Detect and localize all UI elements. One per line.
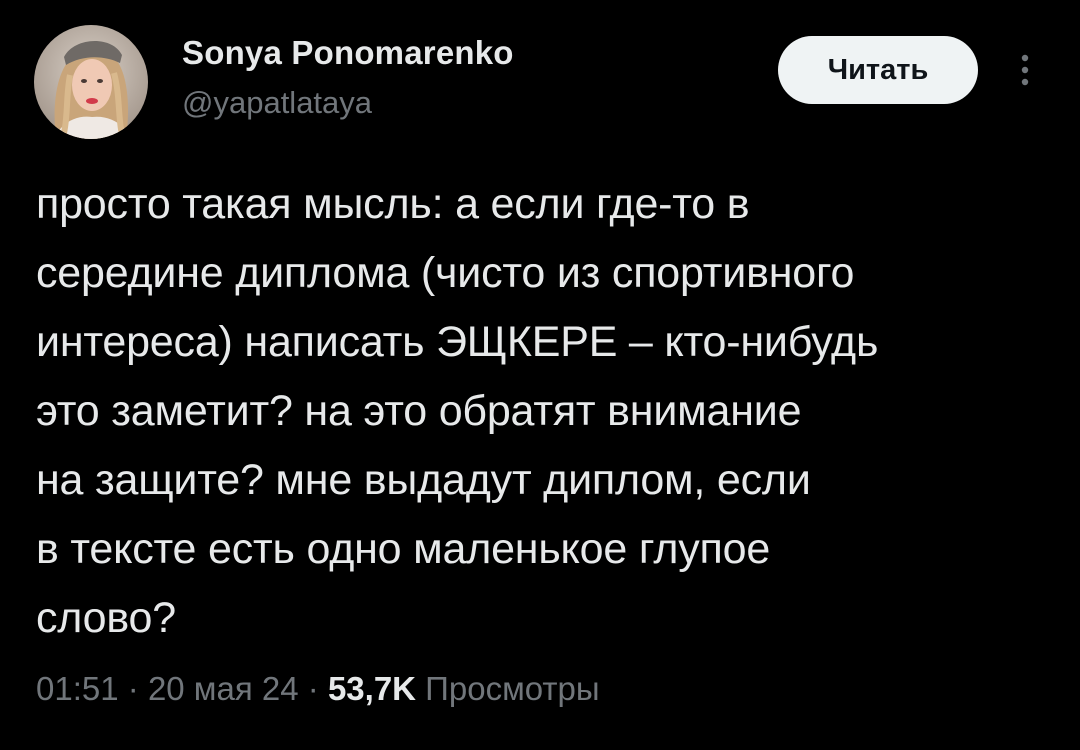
author-name[interactable]: Sonya Ponomarenko [182,34,514,72]
views-count: 53,7K [327,670,417,707]
author-handle[interactable]: @yapatlataya [182,85,372,121]
tweet-date[interactable]: 20 мая 24 [148,670,299,707]
tweet-text: просто такая мысль: а если где-то в сере… [36,180,879,642]
tweet: Sonya Ponomarenko @yapatlataya Читать пр… [0,0,1080,750]
views-label: Просмотры [416,670,600,707]
more-vertical-icon[interactable] [1010,52,1040,88]
tweet-time[interactable]: 01:51 [36,670,119,707]
meta-separator: · [127,670,148,707]
avatar-image [34,25,148,139]
follow-button[interactable]: Читать [778,36,978,104]
avatar[interactable] [34,25,148,139]
meta-separator: · [307,670,328,707]
tweet-meta: 01:51 · 20 мая 24 · 53,7K Просмотры [36,670,600,708]
